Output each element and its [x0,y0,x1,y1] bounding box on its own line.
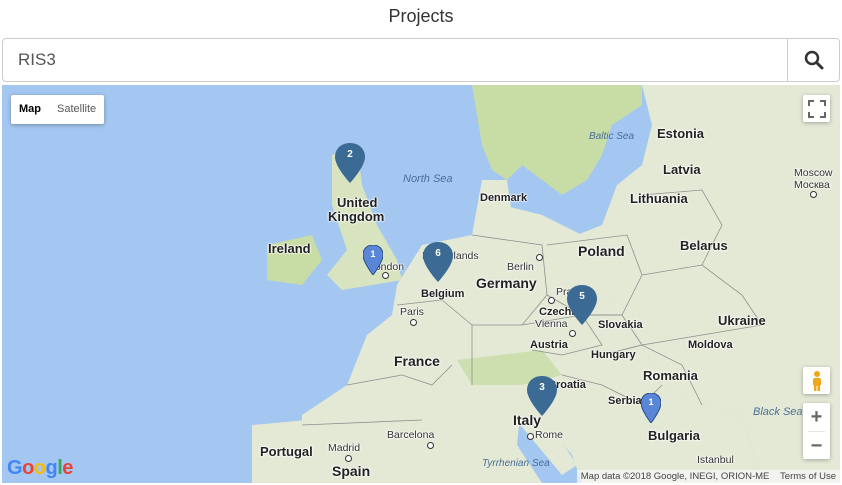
label-moscow-ru: Москва [794,179,830,191]
city-dot [427,442,434,449]
attribution-text: Map data ©2018 Google, INEGI, ORION-ME [580,471,770,482]
label-belgium: Belgium [421,288,465,300]
label-united-kingdom-line1: United [337,195,378,210]
search-button[interactable] [787,39,839,81]
city-dot [527,433,534,440]
label-ukraine: Ukraine [718,313,766,328]
label-rome: Rome [535,429,564,441]
map-marker-cluster[interactable]: 2 [335,143,365,183]
marker-count: 5 [579,291,585,302]
label-estonia: Estonia [657,126,704,141]
terms-link[interactable]: Terms of Use [780,471,836,482]
label-spain: Spain [332,463,371,479]
label-portugal: Portugal [260,444,313,459]
map-marker-cluster[interactable]: 6 [423,242,453,282]
marker-count: 1 [370,249,376,259]
label-berlin: Berlin [507,261,534,273]
label-north-sea: North Sea [403,173,453,185]
label-baltic-sea: Baltic Sea [589,131,635,142]
map-marker-single[interactable]: 1 [640,392,662,424]
map-marker-cluster[interactable]: 3 [527,376,557,416]
marker-count: 6 [435,248,441,259]
street-view-pegman[interactable] [803,367,830,394]
map-view[interactable]: Map Satellite + − Baltic Sea North Sea E… [2,85,840,483]
label-madrid: Madrid [328,442,361,454]
label-istanbul: Istanbul [697,454,734,466]
label-united-kingdom-line2: Kingdom [328,209,385,224]
label-belarus: Belarus [680,238,728,253]
label-lithuania: Lithuania [630,191,688,206]
city-dot [810,191,817,198]
label-bulgaria: Bulgaria [648,428,701,443]
fullscreen-icon [807,99,826,118]
map-marker-single[interactable]: 1 [362,244,384,276]
marker-count: 2 [347,149,353,160]
map-type-control: Map Satellite [11,95,105,124]
label-germany: Germany [476,275,537,291]
marker-count: 1 [648,397,654,407]
city-dot [345,455,352,462]
label-vienna: Vienna [535,318,568,330]
search-bar [2,38,840,82]
city-dot [536,254,543,261]
label-romania: Romania [643,368,698,383]
map-base [2,85,840,483]
city-dot [382,272,389,279]
label-poland: Poland [578,243,625,259]
search-icon [804,50,823,70]
zoom-out-button[interactable]: − [803,432,830,460]
map-marker-cluster[interactable]: 5 [567,285,597,325]
fullscreen-button[interactable] [803,95,830,122]
zoom-control: + − [803,403,830,459]
label-serbia: Serbia [608,395,642,407]
label-slovakia: Slovakia [598,319,643,331]
label-denmark: Denmark [480,192,528,204]
label-barcelona: Barcelona [387,429,435,441]
label-ireland: Ireland [268,241,311,256]
marker-count: 3 [539,382,545,393]
city-dot [410,319,417,326]
label-austria: Austria [530,339,568,351]
label-black-sea: Black Sea [753,406,803,418]
label-moscow: Moscow [794,167,833,179]
label-france: France [394,353,440,369]
map-type-map-button[interactable]: Map [11,95,49,124]
map-attribution: Map data ©2018 Google, INEGI, ORION-ME T… [576,470,840,483]
page-title: Projects [388,6,454,26]
zoom-in-button[interactable]: + [803,403,830,431]
pegman-icon [812,370,821,391]
label-tyrrhenian-sea: Tyrrhenian Sea [482,458,550,469]
label-hungary: Hungary [591,349,636,361]
google-logo: Google [7,457,73,479]
city-dot [569,330,576,337]
search-input[interactable] [3,39,789,81]
city-dot [548,297,555,304]
label-paris: Paris [400,306,424,318]
map-type-satellite-button[interactable]: Satellite [49,95,104,124]
label-moldova: Moldova [688,339,733,351]
label-latvia: Latvia [663,162,701,177]
